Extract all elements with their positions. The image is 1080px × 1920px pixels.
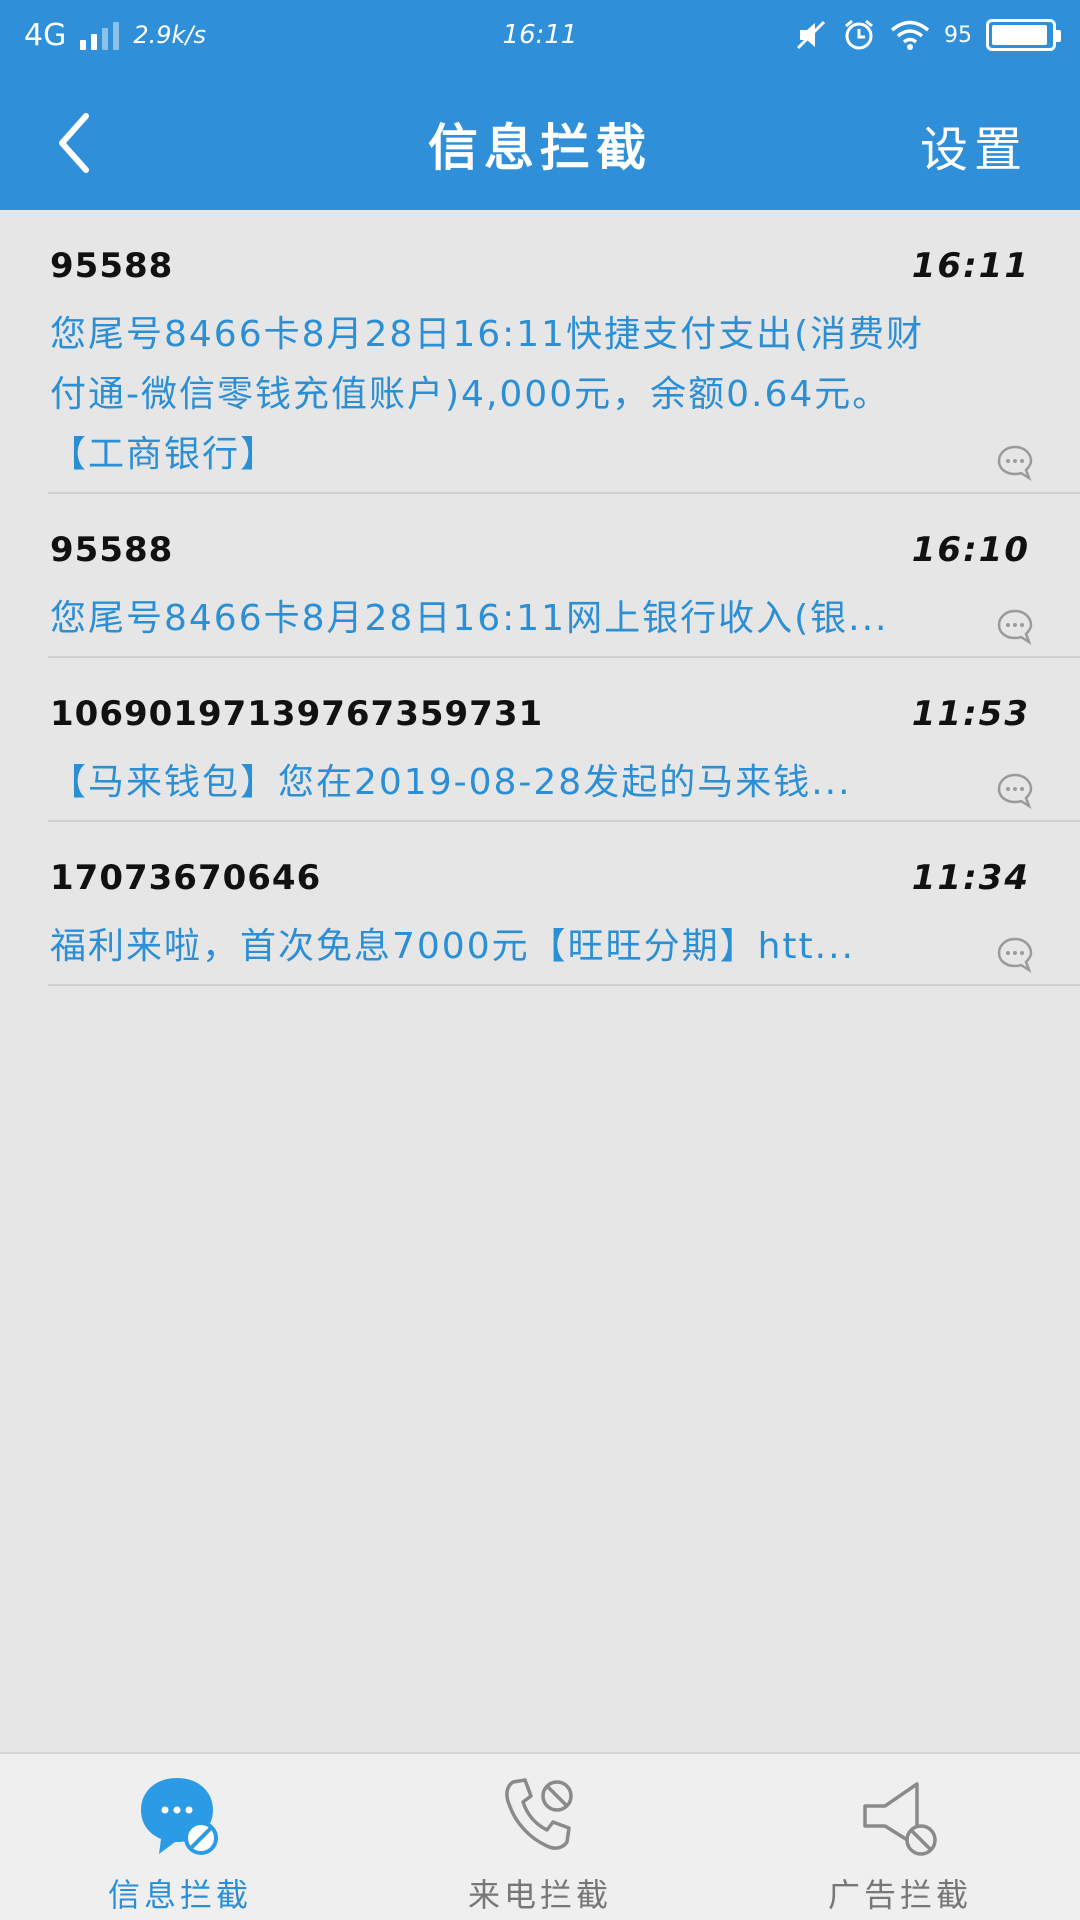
tab-label: 信息拦截: [107, 1876, 252, 1914]
message-time: 11:34: [911, 858, 1030, 898]
battery-icon: [986, 19, 1061, 51]
message-body: 您尾号8466卡8月28日16:11快捷支付支出(消费财付通-微信零钱充值账户)…: [50, 314, 925, 475]
network-type: 4G: [24, 17, 67, 53]
megaphone-block-icon: [855, 1772, 945, 1862]
message-item[interactable]: 10690197139767359731 11:53 【马来钱包】您在2019-…: [48, 658, 1080, 822]
message-sender: 95588: [50, 246, 174, 286]
chat-bubble-icon[interactable]: [996, 444, 1034, 486]
tab-message-block[interactable]: 信息拦截: [0, 1754, 360, 1920]
app-root: 4G 2.9k/s 16:11 95 信息拦截 设置 95588 16:11 您…: [0, 0, 1080, 1920]
network-speed: 2.9k/s: [133, 21, 206, 49]
status-time: 16:11: [502, 20, 578, 50]
bottom-tab-bar: 信息拦截 来电拦截 广告拦截: [0, 1752, 1080, 1920]
message-block-icon: [135, 1772, 225, 1862]
message-body: 福利来啦，首次免息7000元【旺旺分期】htt...: [50, 926, 855, 967]
message-sender: 17073670646: [50, 858, 322, 898]
tab-call-block[interactable]: 来电拦截: [360, 1754, 720, 1920]
header-bar: 信息拦截 设置: [0, 70, 1080, 210]
message-list: 95588 16:11 您尾号8466卡8月28日16:11快捷支付支出(消费财…: [0, 210, 1080, 986]
status-left: 4G 2.9k/s: [24, 18, 206, 53]
message-item[interactable]: 95588 16:11 您尾号8466卡8月28日16:11快捷支付支出(消费财…: [48, 210, 1080, 494]
message-body: 【马来钱包】您在2019-08-28发起的马来钱...: [50, 762, 852, 803]
alarm-icon: [842, 18, 876, 52]
chat-bubble-icon[interactable]: [996, 936, 1034, 978]
tab-ad-block[interactable]: 广告拦截: [720, 1754, 1080, 1920]
signal-icon: [80, 20, 120, 50]
chat-bubble-icon[interactable]: [996, 608, 1034, 650]
message-sender: 10690197139767359731: [50, 694, 544, 734]
message-body: 您尾号8466卡8月28日16:11网上银行收入(银...: [50, 598, 889, 639]
message-item[interactable]: 17073670646 11:34 福利来啦，首次免息7000元【旺旺分期】ht…: [48, 822, 1080, 986]
wifi-icon: [890, 19, 930, 51]
settings-button[interactable]: 设置: [920, 110, 1028, 180]
battery-percent: 95: [944, 22, 972, 48]
message-time: 16:11: [911, 246, 1030, 286]
status-bar: 4G 2.9k/s 16:11 95: [0, 0, 1080, 70]
message-time: 11:53: [911, 694, 1030, 734]
message-sender: 95588: [50, 530, 174, 570]
message-item[interactable]: 95588 16:10 您尾号8466卡8月28日16:11网上银行收入(银..…: [48, 494, 1080, 658]
status-right: 95: [794, 18, 1061, 52]
tab-label: 来电拦截: [467, 1876, 612, 1914]
phone-block-icon: [495, 1772, 585, 1862]
chat-bubble-icon[interactable]: [996, 772, 1034, 814]
message-time: 16:10: [911, 530, 1030, 570]
page-title: 信息拦截: [428, 119, 652, 177]
tab-label: 广告拦截: [827, 1876, 972, 1914]
mute-icon: [794, 18, 828, 52]
